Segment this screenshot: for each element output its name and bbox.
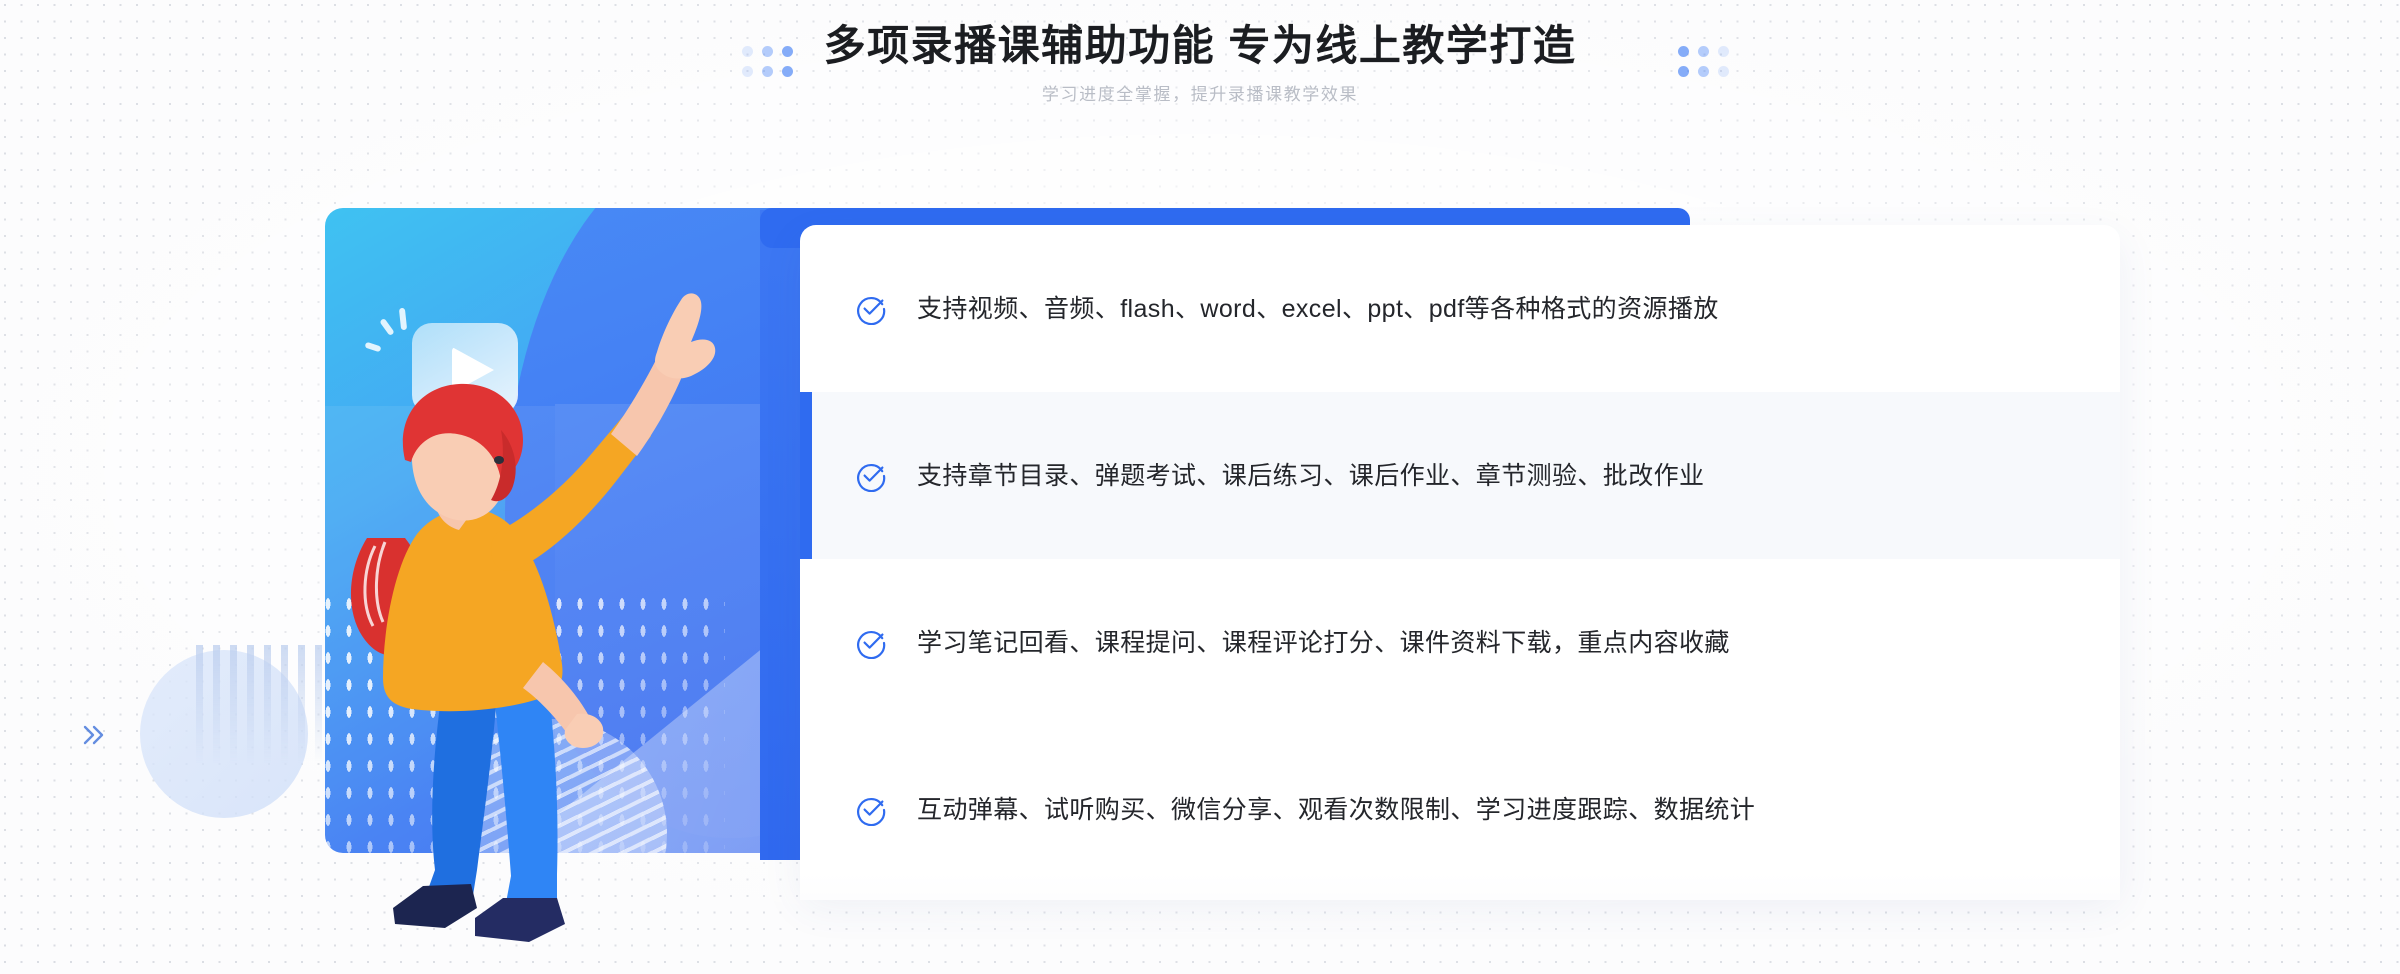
page-stage: 支持视频、音频、flash、word、excel、ppt、pdf等各种格式的资源… [0, 0, 2400, 974]
feature-text: 支持章节目录、弹题考试、课后练习、课后作业、章节测验、批改作业 [917, 461, 1705, 490]
check-circle-icon [857, 296, 886, 325]
dot-grid-decoration-left [742, 46, 793, 77]
feature-text: 互动弹幕、试听购买、微信分享、观看次数限制、学习进度跟踪、数据统计 [917, 795, 1756, 824]
check-circle-icon [857, 463, 886, 492]
character-front-leg [493, 686, 558, 918]
feature-row[interactable]: 学习笔记回看、课程提问、课程评论打分、课件资料下载，重点内容收藏 [800, 559, 2120, 726]
page-subtitle: 学习进度全掌握，提升录播课教学效果 [1041, 85, 1359, 104]
page-header: 多项录播课辅助功能 专为线上教学打造 学习进度全掌握，提升录播课教学效果 [0, 18, 2400, 107]
feature-list-card: 支持视频、音频、flash、word、excel、ppt、pdf等各种格式的资源… [800, 225, 2120, 893]
chevron-double-right-icon [83, 725, 104, 745]
woman-pointing-up-illustration [350, 293, 716, 942]
check-circle-icon [857, 797, 886, 826]
feature-row[interactable]: 支持章节目录、弹题考试、课后练习、课后作业、章节测验、批改作业 [800, 392, 2120, 559]
feature-text: 学习笔记回看、课程提问、课程评论打分、课件资料下载，重点内容收藏 [917, 628, 1730, 657]
character-back-shoe [393, 884, 477, 928]
character-front-shoe [475, 898, 565, 942]
check-circle-icon [857, 630, 886, 659]
feature-row[interactable]: 互动弹幕、试听购买、微信分享、观看次数限制、学习进度跟踪、数据统计 [800, 726, 2120, 893]
page-title: 多项录播课辅助功能 专为线上教学打造 [823, 22, 1577, 69]
character-eye [494, 456, 504, 464]
feature-row[interactable]: 支持视频、音频、flash、word、excel、ppt、pdf等各种格式的资源… [800, 225, 2120, 392]
dot-grid-decoration-right [1678, 46, 1729, 77]
circle-stripes-decoration [196, 645, 326, 775]
feature-text: 支持视频、音频、flash、word、excel、ppt、pdf等各种格式的资源… [917, 294, 1719, 323]
character-hand [655, 293, 716, 379]
character-back-leg [425, 683, 497, 908]
